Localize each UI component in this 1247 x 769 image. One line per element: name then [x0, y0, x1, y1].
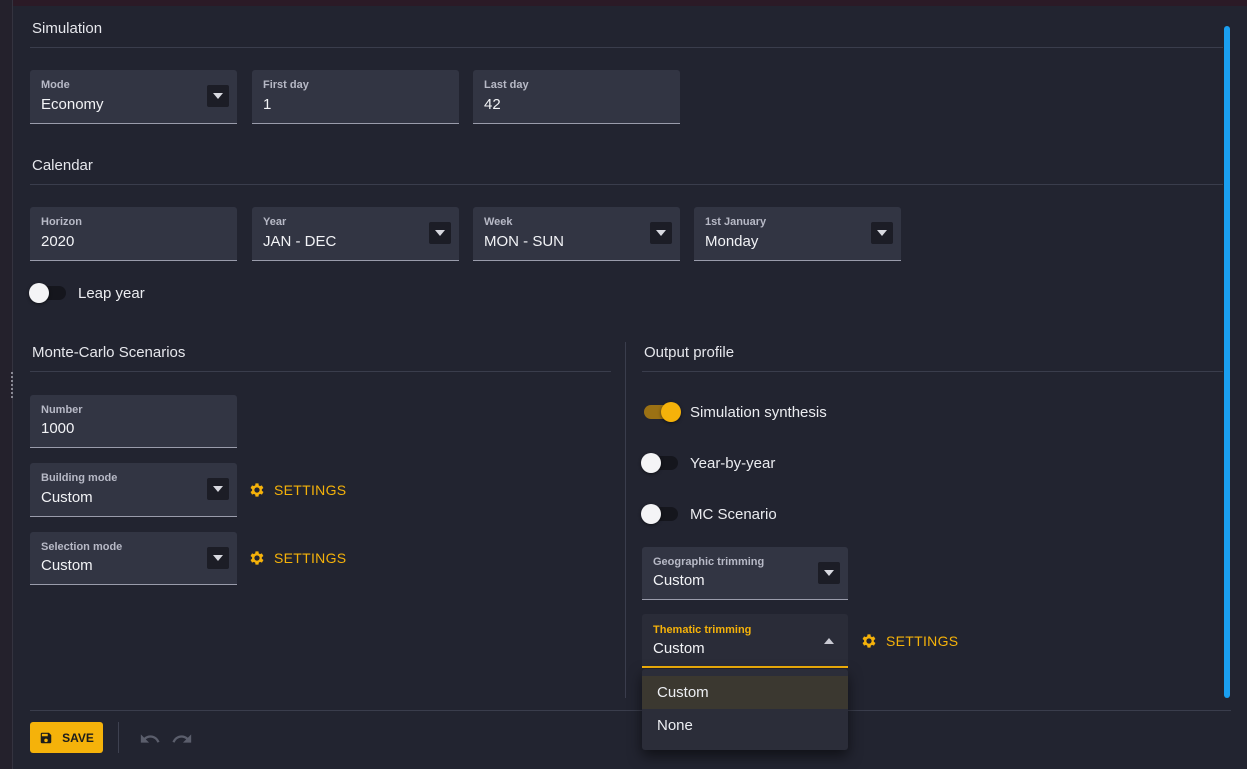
toggle-track[interactable]	[29, 283, 66, 303]
first-day-value: 1	[263, 96, 272, 113]
chevron-down-icon[interactable]	[207, 478, 229, 500]
horizon-value: 2020	[41, 233, 75, 250]
toggle-track[interactable]	[641, 453, 678, 473]
section-divider	[642, 371, 1223, 372]
chevron-up-icon[interactable]	[818, 630, 840, 652]
mode-label: Mode	[41, 79, 70, 91]
building-mode-value: Custom	[41, 489, 93, 506]
thematic-trimming-dropdown: Custom None	[642, 669, 848, 750]
year-select[interactable]: Year JAN - DEC	[252, 207, 459, 261]
geographic-trimming-value: Custom	[653, 572, 705, 589]
last-day-value: 42	[484, 96, 501, 113]
first-day-input[interactable]: First day 1	[252, 70, 459, 124]
dropdown-option-custom[interactable]: Custom	[642, 676, 848, 709]
horizon-label: Horizon	[41, 216, 82, 228]
toggle-track[interactable]	[641, 504, 678, 524]
toggle-knob[interactable]	[661, 402, 681, 422]
thematic-trimming-settings-button[interactable]: SETTINGS	[860, 632, 958, 650]
selection-mode-settings-button[interactable]: SETTINGS	[248, 549, 346, 567]
simulation-synthesis-toggle[interactable]: Simulation synthesis	[644, 402, 827, 422]
horizon-input[interactable]: Horizon 2020	[30, 207, 237, 261]
toggle-knob[interactable]	[29, 283, 49, 303]
mode-select[interactable]: Mode Economy	[30, 70, 237, 124]
selection-mode-select[interactable]: Selection mode Custom	[30, 532, 237, 585]
column-divider	[625, 342, 626, 698]
thematic-trimming-label: Thematic trimming	[653, 624, 752, 636]
year-label: Year	[263, 216, 287, 228]
year-by-year-label: Year-by-year	[690, 454, 776, 472]
building-mode-settings-button[interactable]: SETTINGS	[248, 481, 346, 499]
footer-separator	[118, 722, 119, 753]
footer-divider	[30, 710, 1231, 711]
section-divider	[30, 47, 1223, 48]
selection-mode-value: Custom	[41, 557, 93, 574]
section-title-output-profile: Output profile	[644, 344, 735, 361]
last-day-label: Last day	[484, 79, 529, 91]
settings-label: SETTINGS	[274, 482, 347, 498]
chevron-down-icon[interactable]	[207, 85, 229, 107]
gear-icon	[250, 551, 264, 565]
toggle-knob[interactable]	[641, 504, 661, 524]
number-input[interactable]: Number 1000	[30, 395, 237, 448]
simulation-synthesis-label: Simulation synthesis	[690, 403, 827, 421]
toggle-track[interactable]	[644, 402, 681, 422]
section-divider	[30, 371, 611, 372]
year-value: JAN - DEC	[263, 233, 337, 250]
section-title-simulation: Simulation	[32, 20, 103, 37]
first-january-value: Monday	[705, 233, 759, 250]
save-icon	[40, 732, 52, 743]
gear-icon	[862, 634, 876, 648]
thematic-trimming-value: Custom	[653, 640, 705, 657]
leap-year-toggle[interactable]: Leap year	[29, 283, 145, 303]
year-by-year-toggle[interactable]: Year-by-year	[641, 453, 776, 473]
mc-scenario-toggle[interactable]: MC Scenario	[641, 504, 777, 524]
chevron-down-icon[interactable]	[871, 222, 893, 244]
week-select[interactable]: Week MON - SUN	[473, 207, 680, 261]
selection-mode-label: Selection mode	[41, 541, 123, 553]
dropdown-option-none[interactable]: None	[642, 709, 848, 742]
settings-label: SETTINGS	[274, 550, 347, 566]
week-label: Week	[484, 216, 513, 228]
save-label: SAVE	[62, 730, 94, 745]
thematic-trimming-select[interactable]: Thematic trimming Custom	[642, 614, 848, 668]
week-value: MON - SUN	[484, 233, 564, 250]
section-title-monte-carlo: Monte-Carlo Scenarios	[32, 344, 186, 361]
first-day-label: First day	[263, 79, 309, 91]
section-title-calendar: Calendar	[32, 157, 93, 174]
gear-icon	[250, 483, 264, 497]
chevron-down-icon[interactable]	[429, 222, 451, 244]
first-january-select[interactable]: 1st January Monday	[694, 207, 901, 261]
building-mode-label: Building mode	[41, 472, 118, 484]
mc-scenario-label: MC Scenario	[690, 505, 777, 523]
toggle-knob[interactable]	[641, 453, 661, 473]
geographic-trimming-select[interactable]: Geographic trimming Custom	[642, 547, 848, 600]
redo-icon[interactable]	[171, 728, 193, 750]
settings-label: SETTINGS	[886, 633, 959, 649]
chevron-down-icon[interactable]	[650, 222, 672, 244]
leap-year-label: Leap year	[78, 284, 145, 302]
chevron-down-icon[interactable]	[207, 547, 229, 569]
chevron-down-icon[interactable]	[818, 562, 840, 584]
geographic-trimming-label: Geographic trimming	[653, 556, 765, 568]
undo-icon[interactable]	[139, 728, 161, 750]
last-day-input[interactable]: Last day 42	[473, 70, 680, 124]
number-value: 1000	[41, 420, 75, 437]
save-button[interactable]: SAVE	[30, 722, 103, 753]
scrollbar-thumb[interactable]	[1224, 26, 1230, 698]
number-label: Number	[41, 404, 83, 416]
first-january-label: 1st January	[705, 216, 767, 228]
section-divider	[30, 184, 1223, 185]
mode-value: Economy	[41, 96, 104, 113]
building-mode-select[interactable]: Building mode Custom	[30, 463, 237, 517]
